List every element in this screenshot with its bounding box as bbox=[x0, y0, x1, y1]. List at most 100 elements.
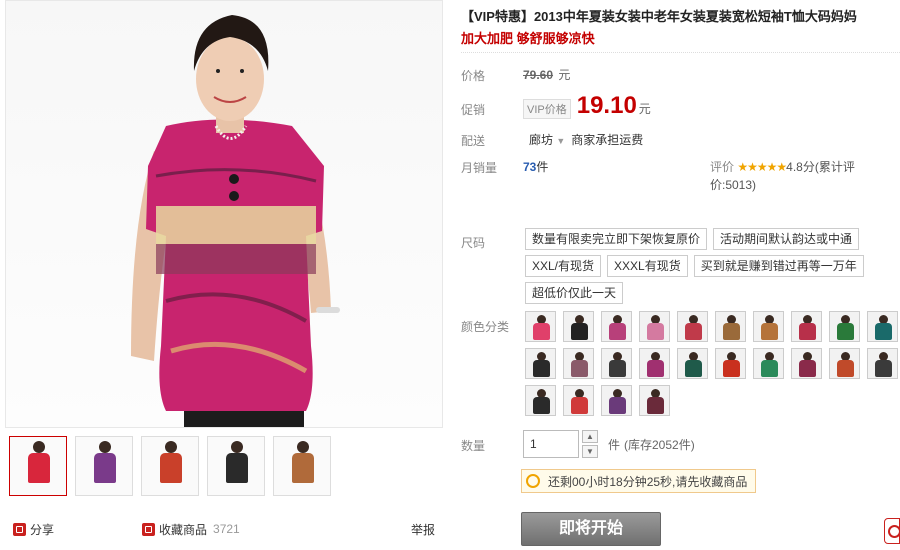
color-swatch[interactable] bbox=[563, 348, 594, 379]
thumbnail-head bbox=[99, 441, 111, 453]
color-swatch[interactable] bbox=[639, 311, 670, 342]
review-summary[interactable]: 评价 ★★★★★4.8分(累计评价:5013) bbox=[710, 158, 900, 194]
size-option[interactable]: 买到就是赚到错过再等一万年 bbox=[693, 255, 864, 277]
promo-price: 19.10 bbox=[576, 92, 637, 119]
color-swatch[interactable] bbox=[829, 311, 860, 342]
original-price: 79.60 bbox=[523, 68, 554, 82]
color-swatch[interactable] bbox=[601, 385, 632, 416]
decrease-icon[interactable]: ▼ bbox=[582, 445, 598, 458]
promo-label: 促销 bbox=[461, 103, 486, 117]
color-swatch[interactable] bbox=[791, 311, 822, 342]
original-price-row: 79.60 元 bbox=[523, 66, 570, 83]
swatch-model-body bbox=[571, 397, 588, 414]
vip-price-tag: VIP价格 bbox=[523, 99, 571, 119]
favorite-count: 3721 bbox=[213, 522, 240, 536]
gallery-footer: 分享 收藏商品 3721 举报 bbox=[13, 518, 435, 540]
report-link[interactable]: 举报 bbox=[411, 521, 435, 538]
size-option[interactable]: XXL/有现货 bbox=[525, 255, 602, 277]
price-label: 价格 bbox=[461, 69, 486, 83]
sales-count: 73 bbox=[523, 160, 537, 174]
size-option[interactable]: 超低价仅此一天 bbox=[525, 282, 624, 304]
color-swatch[interactable] bbox=[525, 348, 556, 379]
color-swatch[interactable] bbox=[753, 348, 784, 379]
swatch-model-body bbox=[837, 323, 854, 340]
start-soon-button[interactable]: 即将开始 bbox=[521, 512, 661, 546]
color-swatch[interactable] bbox=[829, 348, 860, 379]
swatch-model-body bbox=[723, 360, 740, 377]
favorite-label: 收藏商品 bbox=[159, 522, 208, 537]
swatch-model-body bbox=[647, 397, 664, 414]
color-swatch[interactable] bbox=[525, 385, 556, 416]
size-option[interactable]: 数量有限卖完立即下架恢复原价 bbox=[525, 228, 708, 250]
swatch-model-body bbox=[875, 360, 892, 377]
color-swatch[interactable] bbox=[867, 311, 898, 342]
share-link[interactable]: 分享 bbox=[13, 521, 54, 538]
swatch-model-body bbox=[571, 360, 588, 377]
qty-label: 数量 bbox=[461, 439, 486, 453]
thumbnail-5[interactable] bbox=[273, 436, 331, 496]
favorite-link[interactable]: 收藏商品 3721 bbox=[142, 521, 240, 538]
size-label: 尺码 bbox=[461, 236, 486, 250]
color-swatch[interactable] bbox=[563, 311, 594, 342]
promo-currency: 元 bbox=[638, 102, 651, 116]
color-swatch[interactable] bbox=[753, 311, 784, 342]
ship-location-select[interactable]: 廊坊 ▼ bbox=[529, 131, 565, 148]
swatch-model-body bbox=[533, 360, 550, 377]
ship-label: 配送 bbox=[461, 134, 486, 148]
color-label: 颜色分类 bbox=[461, 320, 510, 334]
price-currency: 元 bbox=[558, 68, 571, 82]
thumbnail-1[interactable] bbox=[9, 436, 67, 496]
thumbnail-strip bbox=[9, 436, 331, 498]
color-swatch[interactable] bbox=[601, 348, 632, 379]
color-swatch[interactable] bbox=[639, 348, 670, 379]
color-swatch[interactable] bbox=[601, 311, 632, 342]
color-swatch[interactable] bbox=[639, 385, 670, 416]
swatch-model-body bbox=[761, 323, 778, 340]
favorite-icon bbox=[142, 522, 156, 536]
color-swatch[interactable] bbox=[677, 311, 708, 342]
swatch-model-body bbox=[685, 360, 702, 377]
quantity-unit: 件 bbox=[608, 437, 621, 452]
product-gallery: 分享 收藏商品 3721 举报 bbox=[5, 0, 443, 550]
product-title: 【VIP特惠】2013中年夏装女装中老年女装夏装宽松短袖T恤大码妈妈 bbox=[461, 9, 857, 24]
quantity-stepper: ▲ ▼ bbox=[582, 430, 598, 458]
share-label: 分享 bbox=[30, 522, 55, 537]
ship-note: 商家承担运费 bbox=[571, 133, 644, 147]
thumbnail-figure bbox=[28, 441, 50, 483]
thumbnail-4[interactable] bbox=[207, 436, 265, 496]
increase-icon[interactable]: ▲ bbox=[582, 430, 598, 443]
color-swatch[interactable] bbox=[867, 348, 898, 379]
thumbnail-3[interactable] bbox=[141, 436, 199, 496]
sales-label: 月销量 bbox=[461, 161, 498, 175]
size-option[interactable]: XXXL有现货 bbox=[607, 255, 688, 277]
thumbnail-2[interactable] bbox=[75, 436, 133, 496]
color-swatch[interactable] bbox=[715, 311, 746, 342]
swatch-model-body bbox=[609, 323, 626, 340]
quantity-input[interactable] bbox=[523, 430, 579, 458]
color-swatch[interactable] bbox=[715, 348, 746, 379]
main-product-image[interactable] bbox=[5, 0, 443, 428]
product-subtitle: 加大加肥 够舒服够凉快 bbox=[461, 31, 595, 46]
swatch-model-body bbox=[723, 323, 740, 340]
share-icon bbox=[13, 522, 26, 536]
model-illustration bbox=[131, 15, 340, 427]
ship-location: 廊坊 bbox=[529, 133, 554, 147]
review-label: 评价 bbox=[710, 160, 735, 174]
lightbulb-icon bbox=[526, 474, 540, 488]
stock-count: (库存2052件) bbox=[624, 437, 695, 452]
thumbnail-head bbox=[33, 441, 45, 453]
color-swatch[interactable] bbox=[525, 311, 556, 342]
product-info: 【VIP特惠】2013中年夏装女装中老年女装夏装宽松短袖T恤大码妈妈 加大加肥 … bbox=[461, 0, 900, 550]
sales-unit: 件 bbox=[536, 160, 549, 174]
thumbnail-head bbox=[165, 441, 177, 453]
countdown-text: 还剩00小时18分钟25秒,请先收藏商品 bbox=[548, 474, 748, 489]
swatch-model-body bbox=[761, 360, 778, 377]
swatch-model-body bbox=[647, 360, 664, 377]
swatch-model-body bbox=[799, 323, 816, 340]
floating-service-icon[interactable] bbox=[884, 518, 900, 544]
color-swatch[interactable] bbox=[677, 348, 708, 379]
swatch-model-body bbox=[685, 323, 702, 340]
color-swatch[interactable] bbox=[563, 385, 594, 416]
size-option[interactable]: 活动期间默认韵达或中通 bbox=[713, 228, 860, 250]
color-swatch[interactable] bbox=[791, 348, 822, 379]
